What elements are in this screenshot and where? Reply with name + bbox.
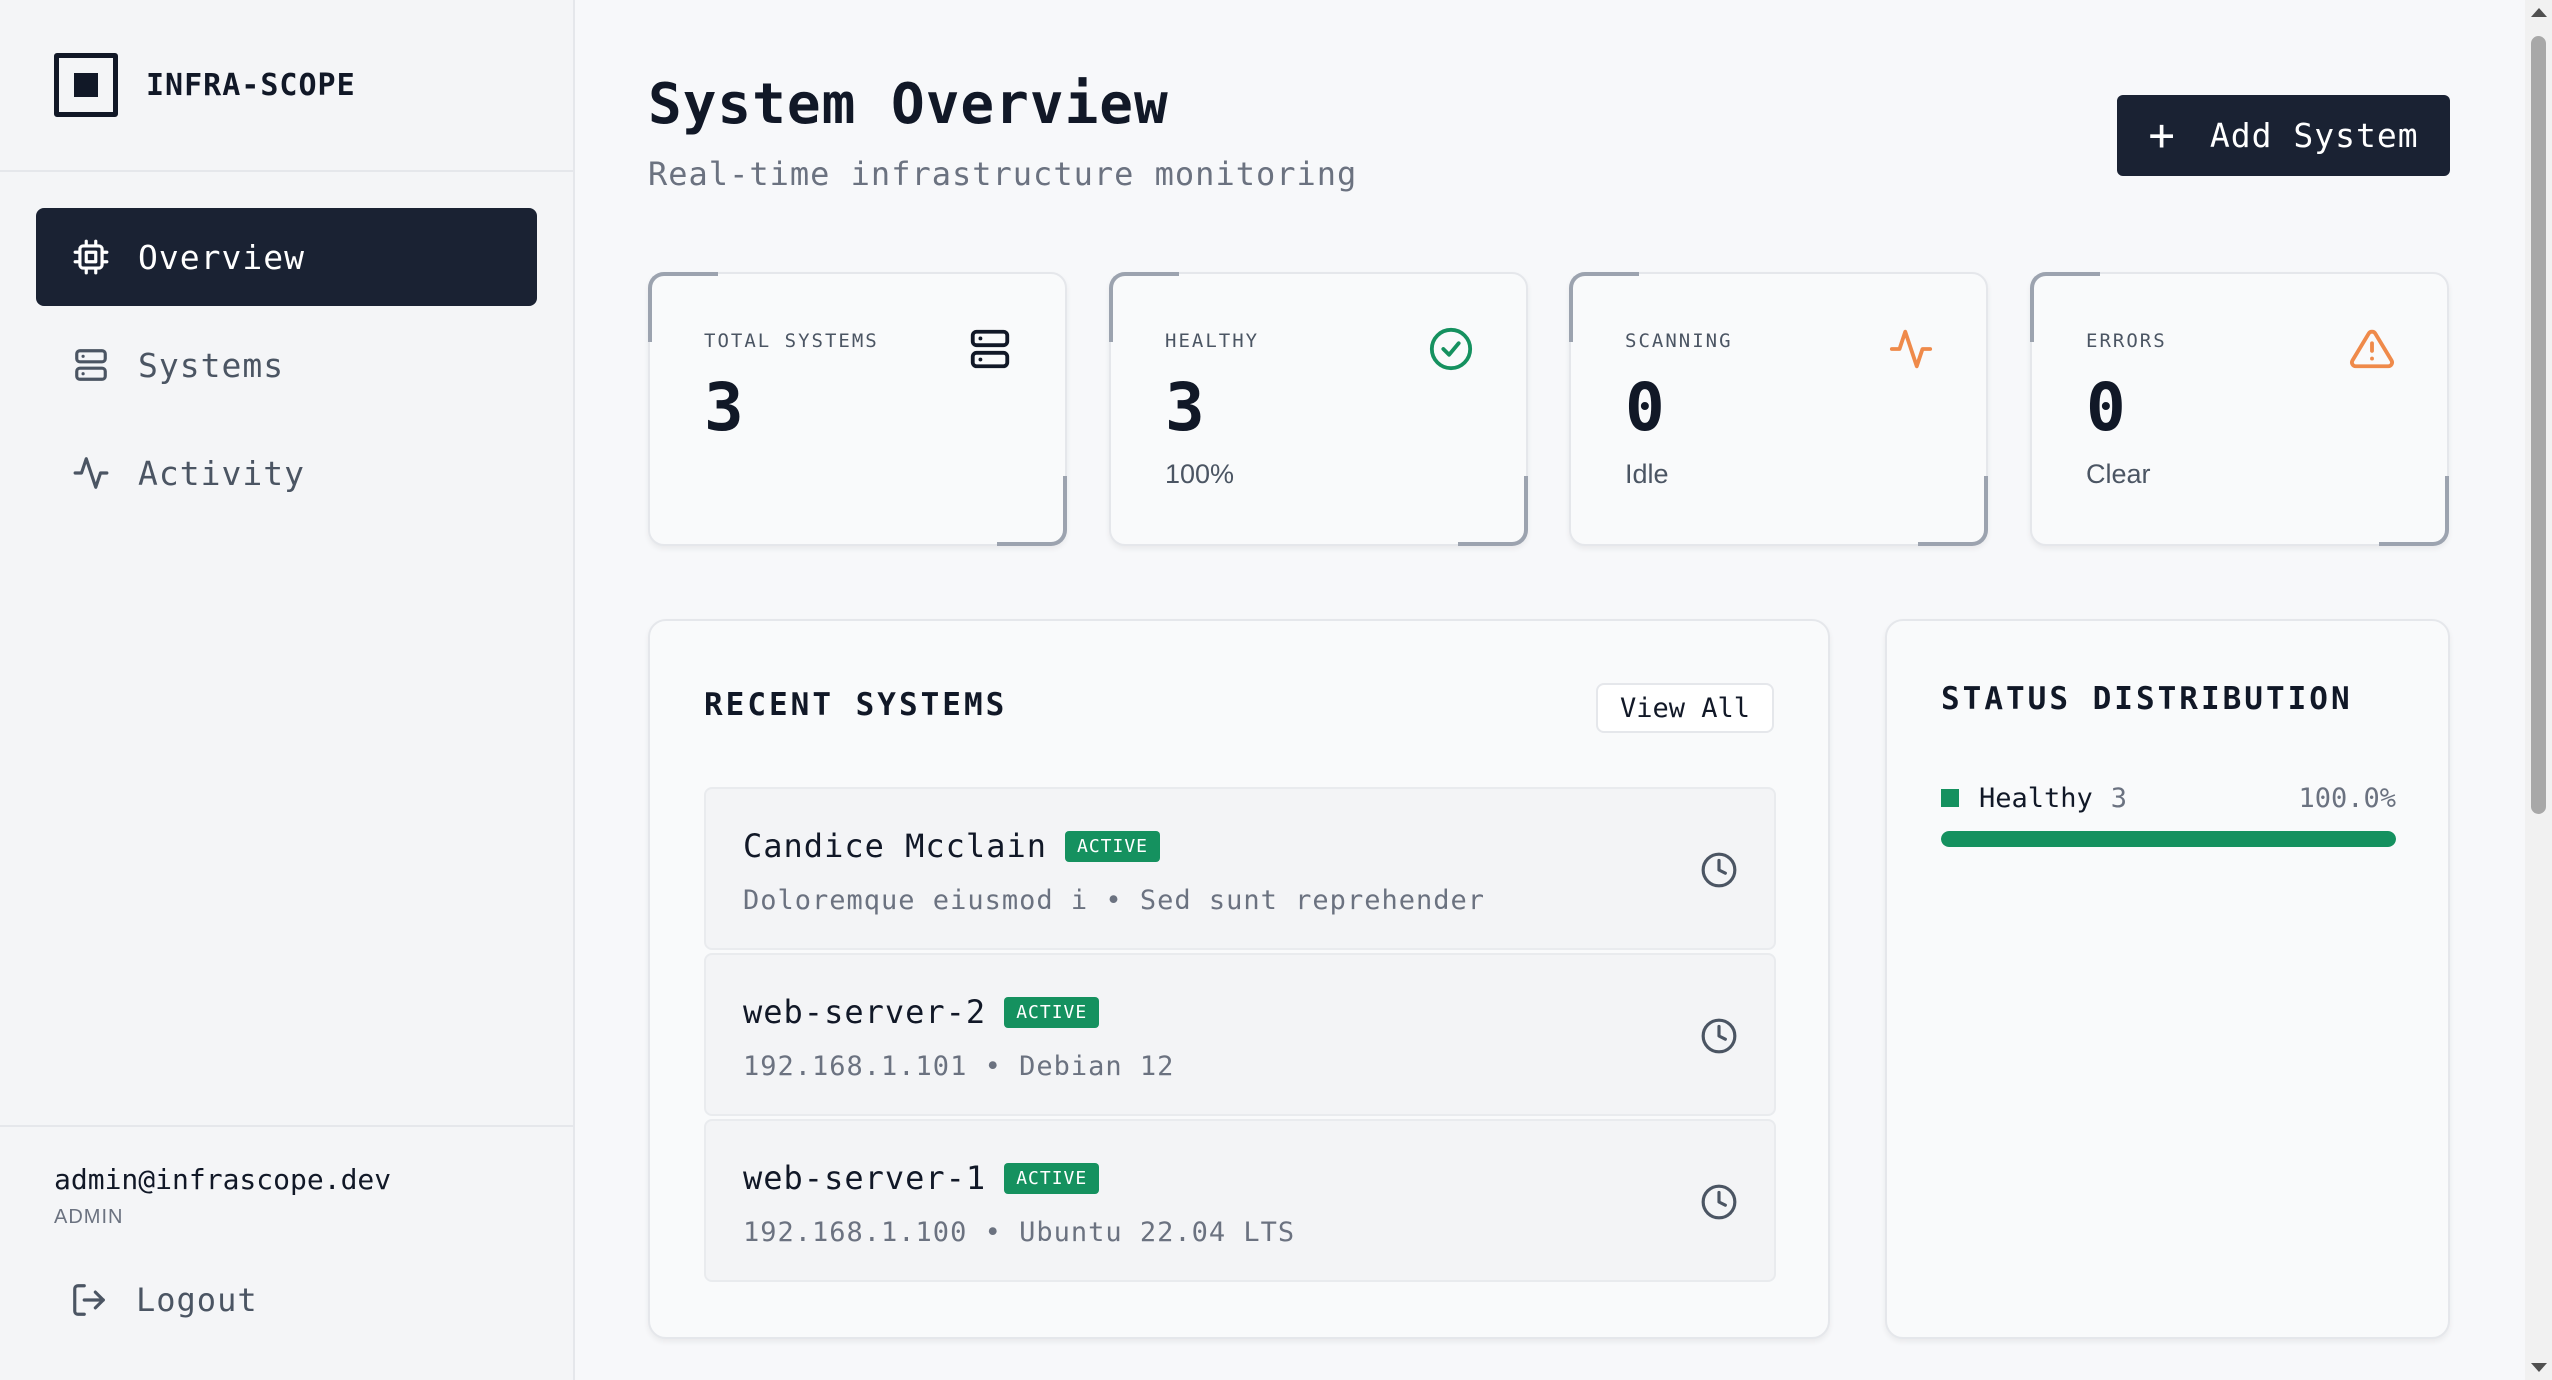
sidebar-item-activity[interactable]: Activity	[36, 424, 537, 522]
system-name: web-server-2	[743, 993, 987, 1031]
brand-name: INFRA-SCOPE	[146, 67, 356, 103]
main-content: System Overview Real-time infrastructure…	[575, 0, 2525, 1380]
stat-card-healthy: HEALTHY 3 100%	[1109, 272, 1528, 546]
panel-title: STATUS DISTRIBUTION	[1941, 681, 2353, 717]
page-subtitle: Real-time infrastructure monitoring	[648, 155, 1358, 193]
stat-label: HEALTHY	[1165, 330, 1260, 352]
add-system-label: Add System	[2209, 116, 2419, 155]
user-email: admin@infrascope.dev	[54, 1163, 392, 1196]
stat-card-errors: ERRORS 0 Clear	[2030, 272, 2449, 546]
stat-label: TOTAL SYSTEMS	[704, 330, 879, 352]
plus-icon: +	[2148, 109, 2176, 161]
logout-icon	[73, 1284, 105, 1316]
distribution-row: Healthy 3 100.0%	[1941, 778, 2396, 818]
panel-title: RECENT SYSTEMS	[704, 687, 1008, 723]
system-name: web-server-1	[743, 1159, 987, 1197]
system-list: Candice Mcclain ACTIVE Doloremque eiusmo…	[704, 787, 1776, 1285]
alert-triangle-icon	[2349, 326, 2395, 372]
user-role: ADMIN	[54, 1206, 124, 1228]
stat-sub: Idle	[1625, 459, 1669, 489]
clock-icon	[1700, 1183, 1738, 1221]
activity-icon	[1888, 326, 1934, 372]
list-item[interactable]: web-server-2 ACTIVE 192.168.1.101 • Debi…	[704, 953, 1776, 1116]
user-panel: admin@infrascope.dev ADMIN Logout	[0, 1125, 573, 1380]
sidebar-item-systems[interactable]: Systems	[36, 316, 537, 414]
stat-value: 0	[1625, 369, 1665, 446]
distribution-label: Healthy	[1979, 782, 2093, 814]
recent-systems-panel: RECENT SYSTEMS View All Candice Mcclain …	[648, 619, 1830, 1339]
sidebar-nav: Overview Systems Activity	[0, 172, 573, 568]
page-title: System Overview	[648, 72, 1169, 137]
stat-label: ERRORS	[2086, 330, 2167, 352]
scroll-up-arrow-icon[interactable]	[2531, 8, 2547, 17]
stat-value: 3	[1165, 369, 1205, 446]
system-name: Candice Mcclain	[743, 827, 1047, 865]
logout-label: Logout	[136, 1281, 258, 1319]
sidebar-item-label: Activity	[138, 453, 305, 493]
sidebar-item-label: Systems	[138, 345, 285, 385]
stat-value: 3	[704, 369, 744, 446]
distribution-count: 3	[2110, 782, 2128, 814]
stat-label: SCANNING	[1625, 330, 1733, 352]
stat-card-scanning: SCANNING 0 Idle	[1569, 272, 1988, 546]
add-system-button[interactable]: + Add System	[2117, 95, 2450, 176]
status-badge: ACTIVE	[1004, 1162, 1100, 1194]
distribution-percent: 100.0%	[2298, 782, 2396, 814]
scroll-thumb[interactable]	[2531, 36, 2546, 814]
system-meta: Doloremque eiusmod i • Sed sunt reprehen…	[743, 885, 1485, 916]
sidebar: INFRA-SCOPE Overview Systems Activity ad…	[0, 0, 575, 1380]
list-item[interactable]: Candice Mcclain ACTIVE Doloremque eiusmo…	[704, 787, 1776, 950]
system-meta: 192.168.1.101 • Debian 12	[743, 1051, 1175, 1082]
stat-sub: 100%	[1165, 459, 1235, 489]
scrollbar[interactable]	[2525, 0, 2552, 1380]
system-meta: 192.168.1.100 • Ubuntu 22.04 LTS	[743, 1217, 1296, 1248]
view-all-button[interactable]: View All	[1596, 683, 1774, 733]
distribution-bar	[1941, 831, 2396, 847]
check-circle-icon	[1428, 326, 1474, 372]
stats-grid: TOTAL SYSTEMS 3 HEALTHY 3 100% SCANNING …	[648, 272, 2450, 546]
status-badge: ACTIVE	[1064, 830, 1161, 862]
brand[interactable]: INFRA-SCOPE	[0, 0, 573, 172]
server-icon	[72, 346, 110, 384]
stat-value: 0	[2086, 369, 2126, 446]
clock-icon	[1700, 851, 1738, 889]
list-item[interactable]: web-server-1 ACTIVE 192.168.1.100 • Ubun…	[704, 1119, 1776, 1282]
clock-icon	[1700, 1017, 1738, 1055]
activity-icon	[72, 454, 110, 492]
status-distribution-panel: STATUS DISTRIBUTION Healthy 3 100.0%	[1885, 619, 2450, 1339]
scroll-down-arrow-icon[interactable]	[2531, 1363, 2547, 1372]
logo-icon	[54, 53, 118, 117]
stat-card-total: TOTAL SYSTEMS 3	[648, 272, 1067, 546]
distribution-bar-fill	[1941, 831, 2396, 847]
cpu-icon	[72, 238, 110, 276]
status-badge: ACTIVE	[1004, 996, 1100, 1028]
sidebar-item-overview[interactable]: Overview	[36, 208, 537, 306]
legend-swatch	[1941, 789, 1959, 807]
server-icon	[967, 326, 1013, 372]
stat-sub: Clear	[2086, 459, 2151, 489]
logout-button[interactable]: Logout	[54, 1281, 519, 1319]
sidebar-item-label: Overview	[138, 237, 305, 277]
